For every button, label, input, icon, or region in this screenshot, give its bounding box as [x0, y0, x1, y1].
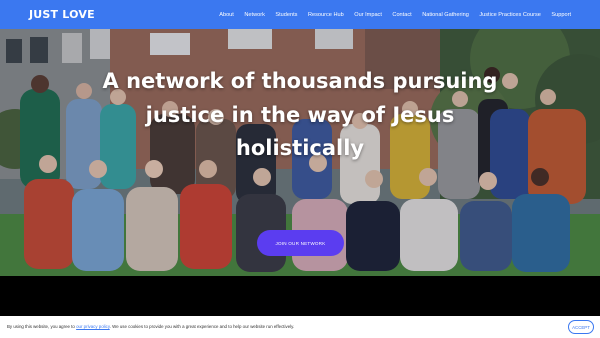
cookie-message: By using this website, you agree to our … — [7, 324, 294, 329]
nav-item-about[interactable]: About — [219, 12, 234, 18]
cookie-text-after: . We use cookies to provide you with a g… — [109, 324, 295, 329]
hero-headline-line: justice in the way of Jesus — [145, 102, 455, 127]
nav-item-students[interactable]: Students — [275, 12, 297, 18]
nav-item-network[interactable]: Network — [244, 12, 265, 18]
hero-headline-line: A network of thousands pursuing — [102, 69, 498, 93]
hero-section: A network of thousands pursuing justice … — [0, 29, 600, 276]
nav-item-national-gathering[interactable]: National Gathering — [422, 12, 469, 18]
hero-headline: A network of thousands pursuing justice … — [100, 65, 500, 166]
nav-item-justice-practices-course[interactable]: Justice Practices Course — [479, 12, 541, 18]
nav-item-contact[interactable]: Contact — [392, 12, 411, 18]
nav-item-support[interactable]: Support — [551, 12, 571, 18]
site-logo[interactable]: JUST LOVE — [29, 8, 95, 21]
nav-item-resource-hub[interactable]: Resource Hub — [308, 12, 344, 18]
cookie-banner: By using this website, you agree to our … — [0, 316, 600, 338]
accept-cookies-button[interactable]: ACCEPT — [568, 320, 594, 334]
cookie-text-before: By using this website, you agree to — [7, 324, 75, 329]
hero-headline-line: holistically — [235, 136, 365, 160]
main-nav: About Network Students Resource Hub Our … — [209, 0, 571, 29]
nav-item-our-impact[interactable]: Our Impact — [354, 12, 382, 18]
join-network-button[interactable]: JOIN OUR NETWORK — [257, 230, 344, 256]
dark-band — [0, 276, 600, 316]
site-header: JUST LOVE About Network Students Resourc… — [0, 0, 600, 29]
privacy-policy-link[interactable]: our privacy policy — [76, 324, 110, 329]
